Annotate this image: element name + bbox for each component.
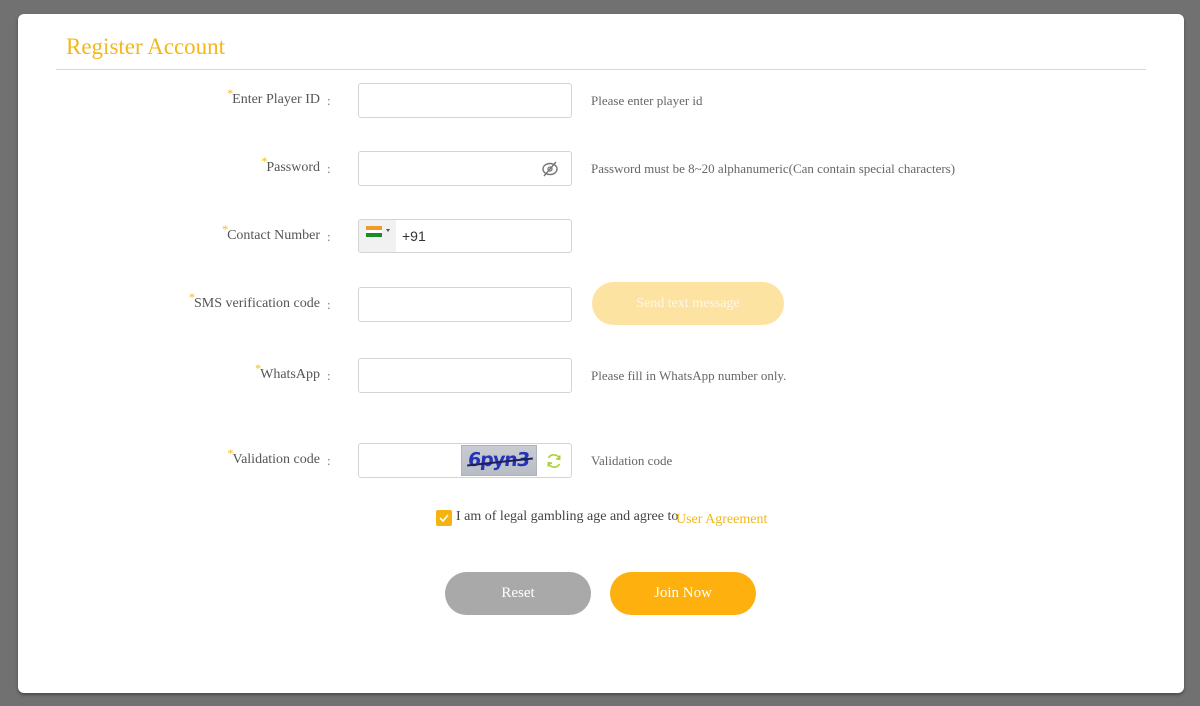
country-code-select[interactable]	[359, 220, 396, 252]
label-colon: :	[327, 453, 331, 468]
contact-number-field	[358, 219, 572, 253]
whatsapp-row: * WhatsApp : Please fill in WhatsApp num…	[18, 358, 1184, 394]
sms-code-row: * SMS verification code : Send text mess…	[18, 282, 1184, 325]
required-star-icon: *	[227, 446, 234, 460]
sms-code-label: * SMS verification code	[189, 290, 320, 311]
check-icon	[439, 514, 449, 522]
password-hint: Password must be 8~20 alphanumeric(Can c…	[591, 161, 956, 176]
player-id-label: * Enter Player ID	[227, 86, 320, 107]
whatsapp-hint: Please fill in WhatsApp number only.	[591, 368, 787, 383]
player-id-hint: Please enter player id	[591, 93, 703, 108]
required-star-icon: *	[227, 86, 234, 100]
label-colon: :	[327, 161, 331, 176]
caret-down-icon	[386, 229, 390, 232]
validation-code-row: * Validation code : 6pyn3 Validation cod…	[18, 443, 1184, 479]
label-colon: :	[327, 297, 331, 312]
required-star-icon: *	[255, 361, 262, 375]
india-flag-icon	[366, 226, 382, 237]
validation-code-hint: Validation code	[591, 453, 673, 468]
password-label: * Password	[261, 154, 320, 175]
whatsapp-label: * WhatsApp	[255, 361, 320, 382]
password-row: * Password : Password must be 8~20 alpha…	[18, 151, 1184, 187]
contact-number-row: * Contact Number :	[18, 219, 1184, 255]
validation-code-field: 6pyn3	[358, 443, 572, 478]
agreement-text: I am of legal gambling age and agree to	[456, 509, 679, 524]
player-id-row: * Enter Player ID : Please enter player …	[18, 83, 1184, 119]
validation-code-label: * Validation code	[227, 446, 320, 467]
validation-code-input[interactable]	[359, 444, 461, 477]
required-star-icon: *	[222, 222, 229, 236]
label-colon: :	[327, 229, 331, 244]
register-dialog: Register Account * Enter Player ID : Ple…	[18, 14, 1184, 693]
eye-slash-icon[interactable]	[541, 160, 559, 178]
contact-number-input[interactable]	[396, 220, 571, 252]
password-input[interactable]	[358, 151, 572, 186]
contact-number-label: * Contact Number	[222, 222, 320, 243]
player-id-input[interactable]	[358, 83, 572, 118]
required-star-icon: *	[189, 290, 196, 304]
send-text-message-button[interactable]: Send text message	[592, 282, 784, 325]
join-now-button[interactable]: Join Now	[610, 572, 756, 615]
whatsapp-input[interactable]	[358, 358, 572, 393]
sms-code-input[interactable]	[358, 287, 572, 322]
title-divider	[56, 69, 1146, 70]
page-title: Register Account	[66, 34, 226, 59]
captcha-image[interactable]: 6pyn3	[461, 445, 537, 476]
label-colon: :	[327, 368, 331, 383]
refresh-icon[interactable]	[545, 452, 563, 470]
user-agreement-link[interactable]: User Agreement	[676, 512, 767, 528]
reset-button[interactable]: Reset	[445, 572, 591, 615]
required-star-icon: *	[261, 154, 268, 168]
label-colon: :	[327, 93, 331, 108]
agreement-checkbox[interactable]	[436, 510, 452, 526]
